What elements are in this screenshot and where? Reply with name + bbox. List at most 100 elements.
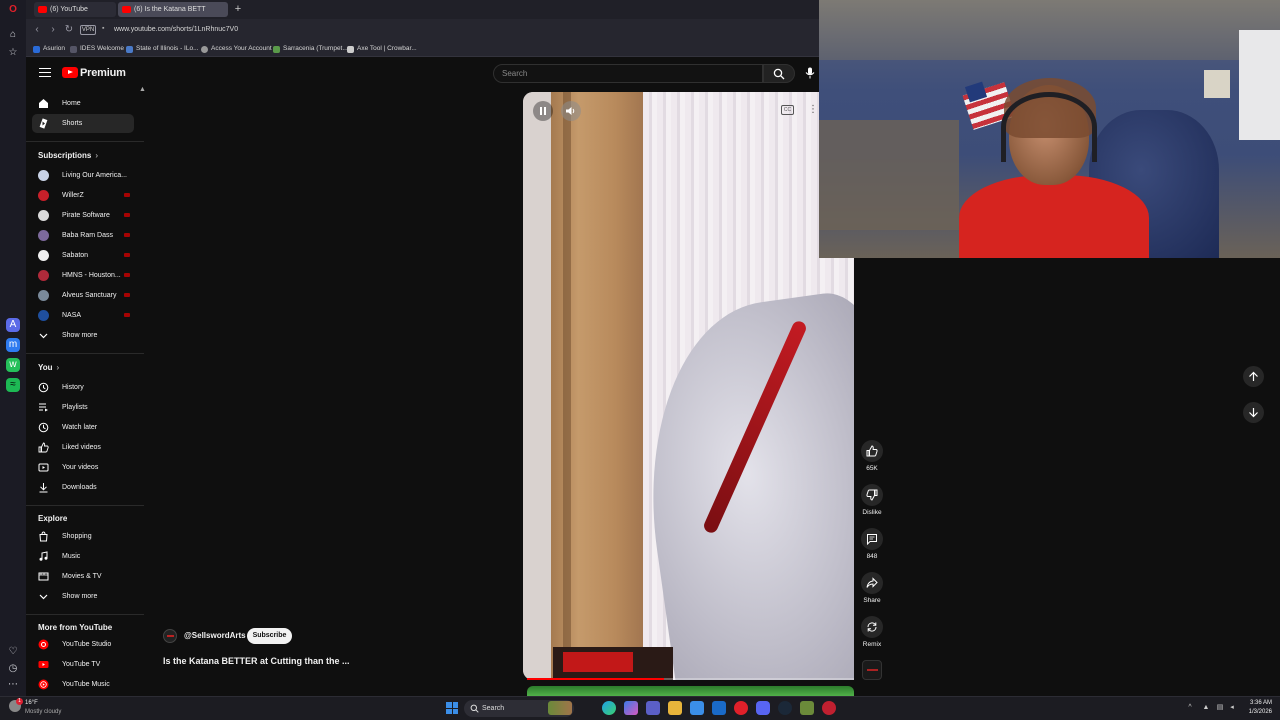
sidebar-scroll-up-icon[interactable]: ▲ [139, 86, 146, 93]
tray-chevron-icon[interactable]: ^ [1186, 704, 1194, 712]
search-button[interactable] [763, 64, 795, 83]
subscriptions-heading[interactable]: Subscriptions › [38, 150, 98, 162]
heart-icon[interactable]: ♡ [6, 645, 20, 659]
guide-item-your-videos[interactable]: Your videos [32, 458, 134, 477]
bookmark-item[interactable]: IDES Welcome [70, 43, 124, 55]
show-more-explore[interactable]: Show more [32, 587, 134, 606]
share-button[interactable]: Share [860, 572, 884, 605]
history-clock-icon[interactable]: ◷ [6, 662, 20, 676]
opera-icon[interactable] [734, 701, 748, 715]
guide-item-watch-later[interactable]: Watch later [32, 418, 134, 437]
outlook-icon[interactable] [712, 701, 726, 715]
guide-item-youtube-music[interactable]: YouTube Music [32, 675, 134, 694]
bookmark-item[interactable]: Sarracenia (Trumpet... [273, 43, 348, 55]
more-dots-icon[interactable]: ⋯ [6, 678, 20, 692]
tab-current-short[interactable]: (6) Is the Katana BETT [118, 2, 228, 17]
spotify-icon[interactable]: ≈ [6, 378, 20, 392]
comments-button[interactable]: 848 [860, 528, 884, 561]
url-field[interactable]: www.youtube.com/shorts/1LnRhnuc7V0 [114, 24, 238, 36]
like-button[interactable]: 65K [860, 440, 884, 473]
bookmark-item[interactable]: Axe Tool | Crowbar... [347, 43, 417, 55]
show-more-subscriptions[interactable]: Show more [32, 326, 134, 345]
aria-icon[interactable]: A [6, 318, 20, 332]
whatsapp-icon[interactable]: w [6, 358, 20, 372]
vpn-badge[interactable]: VPN [80, 25, 96, 35]
short-title[interactable]: Is the Katana BETTER at Cutting than the… [163, 655, 350, 667]
bookmark-item[interactable]: Asurion [33, 43, 65, 55]
opera-logo-icon[interactable]: O [6, 3, 20, 17]
dislike-button[interactable]: Dislike [860, 484, 884, 517]
shorts-video-player[interactable] [523, 92, 854, 680]
new-tab-button[interactable]: + [232, 3, 244, 15]
channel-name[interactable]: @SellswordArts [184, 631, 246, 641]
subscription-item[interactable]: HMNS - Houston... [32, 266, 134, 285]
start-button[interactable] [446, 702, 458, 714]
store-icon[interactable] [690, 701, 704, 715]
weather-temperature[interactable]: 16°F [25, 699, 38, 707]
guide-item-history[interactable]: History [32, 378, 134, 397]
captions-icon[interactable]: CC [781, 105, 794, 115]
subscription-item[interactable]: NASA [32, 306, 134, 325]
subscription-item[interactable]: Living Our America... [32, 166, 134, 185]
bookmark-item[interactable]: Access Your Account [201, 43, 272, 55]
file-explorer-icon[interactable] [668, 701, 682, 715]
video-progress-bar[interactable] [527, 678, 854, 680]
bookmark-item[interactable]: State of Illinois - ILo... [126, 43, 199, 55]
edge-icon[interactable] [602, 701, 616, 715]
forward-icon[interactable]: › [46, 23, 60, 37]
next-short-button[interactable] [1243, 402, 1264, 423]
previous-short-button[interactable] [1243, 366, 1264, 387]
sound-thumbnail[interactable] [862, 660, 882, 680]
remix-button[interactable]: Remix [860, 616, 884, 649]
you-heading[interactable]: You › [38, 362, 59, 374]
guide-item-shopping[interactable]: Shopping [32, 527, 134, 546]
subscription-item[interactable]: Pirate Software [32, 206, 134, 225]
search-highlight-icon[interactable] [548, 701, 572, 715]
guide-item-movies-tv[interactable]: Movies & TV [32, 567, 134, 586]
menu-hamburger-icon[interactable] [38, 65, 52, 79]
tab-youtube[interactable]: (6) YouTube [34, 2, 116, 17]
home-icon[interactable]: ⌂ [6, 28, 20, 42]
guide-item-music[interactable]: Music [32, 547, 134, 566]
guide-item-home[interactable]: Home [32, 94, 134, 113]
guide-item-youtube-tv[interactable]: YouTube TV [32, 655, 134, 674]
search-input[interactable]: Search [493, 64, 763, 83]
pause-button[interactable] [533, 101, 553, 121]
app-icon[interactable] [822, 701, 836, 715]
weather-description[interactable]: Mostly cloudy [25, 708, 61, 716]
minecraft-icon[interactable] [800, 701, 814, 715]
subscribe-button[interactable]: Subscribe [247, 628, 292, 644]
more-options-icon[interactable]: ⋮ [808, 103, 818, 117]
channel-avatar[interactable] [163, 629, 177, 643]
lock-icon[interactable]: ▪ [102, 25, 109, 34]
back-icon[interactable]: ‹ [30, 23, 44, 37]
subscription-item[interactable]: Sabaton [32, 246, 134, 265]
reload-icon[interactable]: ↻ [62, 23, 76, 37]
tray-volume-icon[interactable]: ◂ [1228, 704, 1236, 712]
subscription-item[interactable]: Baba Ram Dass [32, 226, 134, 245]
guide-item-shorts[interactable]: Shorts [32, 114, 134, 133]
guide-item-playlists[interactable]: Playlists [32, 398, 134, 417]
youtube-logo-icon[interactable] [62, 67, 78, 78]
guide-item-youtube-studio[interactable]: YouTube Studio [32, 635, 134, 654]
steam-icon[interactable] [778, 701, 792, 715]
volume-button[interactable] [561, 101, 581, 121]
tray-app-icon[interactable]: ▲ [1202, 704, 1210, 712]
discord-icon[interactable] [756, 701, 770, 715]
clock-time[interactable]: 3:36 AM [1244, 699, 1272, 707]
clock-date[interactable]: 1/3/2026 [1240, 708, 1272, 716]
voice-search-button[interactable] [801, 64, 820, 83]
teams-icon[interactable] [646, 701, 660, 715]
tray-network-icon[interactable]: ▤ [1216, 704, 1224, 712]
messenger-icon[interactable]: m [6, 338, 20, 352]
subscription-item[interactable]: Alveus Sanctuary [32, 286, 134, 305]
copilot-icon[interactable] [624, 701, 638, 715]
guide-item-downloads[interactable]: Downloads [32, 478, 134, 497]
subscription-item[interactable]: WillerZ [32, 186, 134, 205]
live-indicator-icon [124, 213, 130, 217]
video-frame-floor-detail [563, 652, 633, 672]
next-short-preview[interactable] [527, 686, 854, 696]
guide-item-liked-videos[interactable]: Liked videos [32, 438, 134, 457]
youtube-premium-brand[interactable]: Premium [80, 67, 126, 79]
bookmarks-icon[interactable]: ☆ [6, 46, 20, 60]
